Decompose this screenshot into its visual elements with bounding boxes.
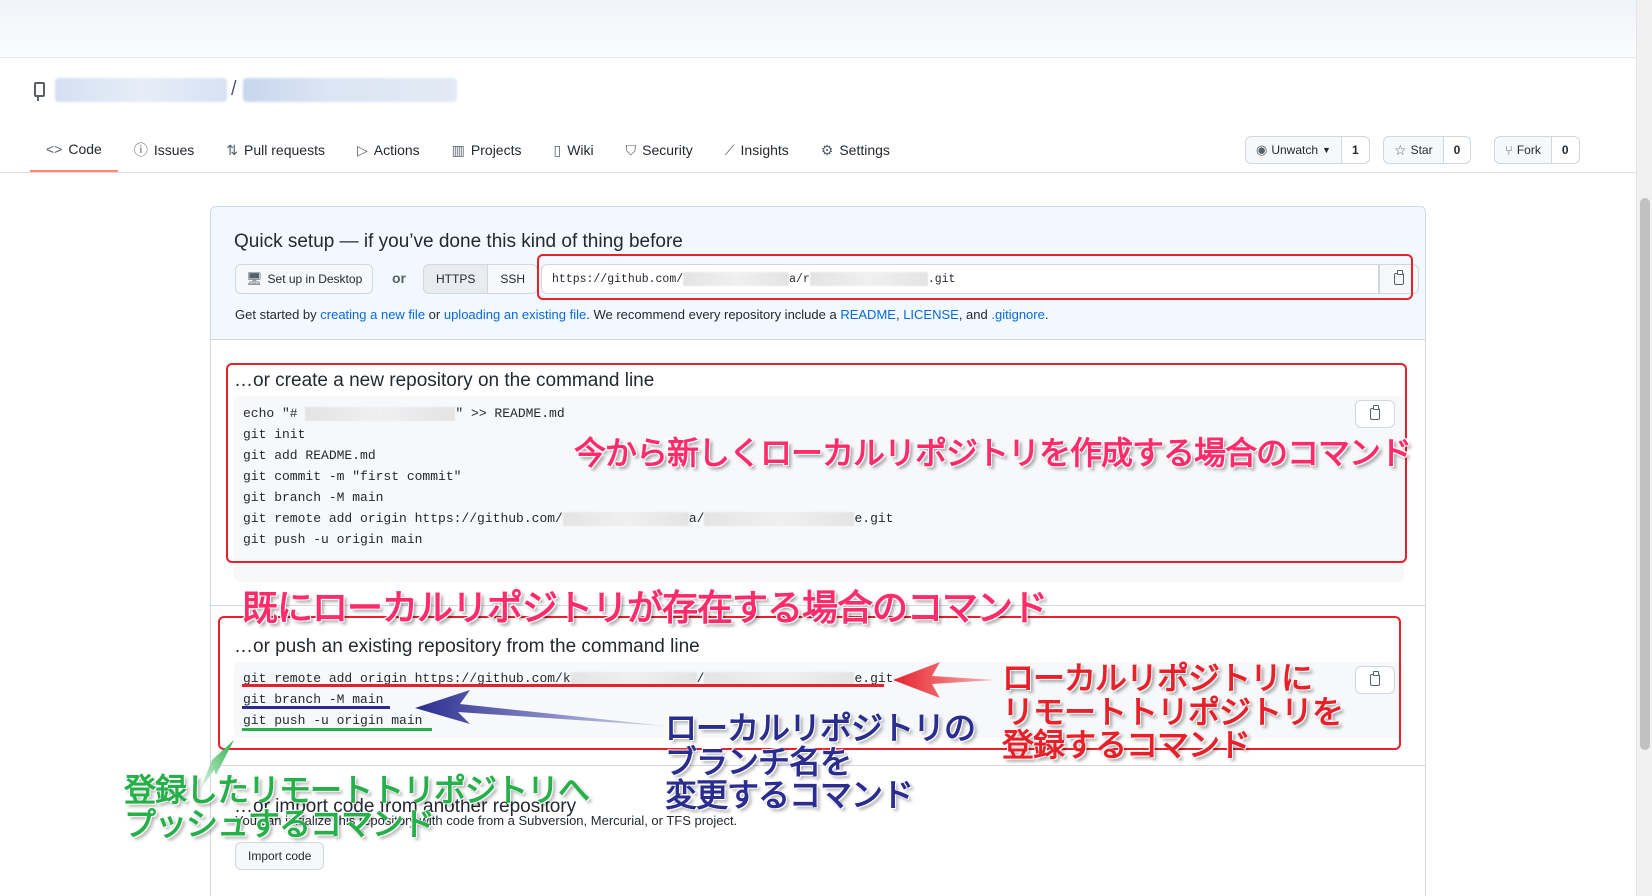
browser-header-bar [0, 0, 1636, 58]
import-code-button[interactable]: Import code [235, 842, 325, 870]
graph-icon: ⟋ [724, 141, 735, 158]
quick-setup-title: Quick setup — if you’ve done this kind o… [234, 231, 683, 252]
annotation-create-command: 今から新しくローカルリポジトリを作成する場合のコマンド [574, 434, 1412, 472]
license-link[interactable]: LICENSE [903, 307, 959, 322]
creating-new-file-link[interactable]: creating a new file [320, 307, 425, 322]
underline-remote-add [242, 684, 884, 687]
https-button[interactable]: HTTPS [424, 265, 489, 293]
fork-button[interactable]: ⑂ Fork [1495, 137, 1552, 163]
uploading-existing-file-link[interactable]: uploading an existing file [444, 307, 586, 322]
tab-issues[interactable]: ⓘ Issues [118, 128, 210, 172]
fork-icon: ⑂ [1505, 142, 1513, 158]
setup-in-desktop-button[interactable]: 🖥 Set up in Desktop [235, 264, 374, 294]
annotation-rename-branch: ローカルリポジトリの ブランチ名を 変更するコマンド [665, 709, 976, 815]
fork-button-group[interactable]: ⑂ Fork 0 [1494, 136, 1580, 164]
tab-projects[interactable]: ▥ Projects [436, 128, 538, 172]
unwatch-button[interactable]: ◉ Unwatch ▼ [1246, 137, 1342, 163]
gear-icon: ⚙ [820, 141, 834, 158]
issue-icon: ⓘ [133, 142, 148, 158]
scrollbar-thumb[interactable] [1640, 198, 1650, 750]
underline-push [242, 728, 432, 731]
repo-icon [34, 82, 45, 101]
gitignore-link[interactable]: .gitignore [991, 307, 1044, 322]
star-count[interactable]: 0 [1443, 137, 1471, 163]
annotation-existing-command: 既にローカルリポジトリが存在する場合のコマンド [242, 588, 1048, 629]
play-icon: ▷ [356, 141, 368, 158]
repo-name-redacted[interactable] [243, 78, 457, 102]
star-icon: ☆ [1394, 141, 1407, 158]
tab-insights[interactable]: ⟋ Insights [709, 128, 805, 172]
tab-code[interactable]: <> Code [30, 128, 118, 172]
tab-actions[interactable]: ▷ Actions [341, 128, 436, 172]
repo-tabs: <> Code ⓘ Issues ⇅ Pull requests ▷ Actio… [30, 128, 906, 172]
tab-pull-requests[interactable]: ⇅ Pull requests [210, 128, 341, 172]
tab-security[interactable]: ⛉ Security [610, 128, 709, 172]
star-button-group[interactable]: ☆ Star 0 [1383, 136, 1472, 164]
book-icon: ▯ [553, 141, 562, 158]
repo-path-separator: / [231, 78, 237, 100]
caret-down-icon: ▼ [1322, 145, 1331, 155]
readme-link[interactable]: README [840, 307, 896, 322]
project-icon: ▥ [451, 141, 465, 158]
annotation-register-remote: ローカルリポジトリに リモートトリポジトリを 登録するコマンド [1002, 659, 1344, 765]
tab-settings[interactable]: ⚙ Settings [805, 128, 906, 172]
shield-icon: ⛉ [625, 141, 637, 158]
protocol-toggle[interactable]: HTTPS SSH [423, 264, 539, 294]
tab-wiki[interactable]: ▯ Wiki [537, 128, 609, 172]
fork-count[interactable]: 0 [1551, 137, 1579, 163]
pull-request-icon: ⇅ [226, 141, 239, 158]
watch-count[interactable]: 1 [1341, 137, 1369, 163]
highlight-clone-url [537, 254, 1413, 300]
scrollbar[interactable] [1636, 0, 1652, 896]
get-started-text: Get started by creating a new file or up… [235, 307, 1049, 322]
annotation-push-remote: 登録したリモートトリポジトリへ プッシュするコマンド [124, 771, 590, 843]
repo-owner-redacted[interactable] [55, 78, 227, 102]
star-button[interactable]: ☆ Star [1384, 137, 1444, 163]
underline-branch-rename [242, 706, 390, 709]
eye-icon: ◉ [1256, 142, 1268, 157]
watch-button-group[interactable]: ◉ Unwatch ▼ 1 [1245, 136, 1370, 164]
desktop-icon: 🖥 [246, 271, 263, 286]
or-label: or [392, 270, 406, 286]
ssh-button[interactable]: SSH [488, 265, 537, 293]
code-icon: <> [46, 141, 63, 157]
